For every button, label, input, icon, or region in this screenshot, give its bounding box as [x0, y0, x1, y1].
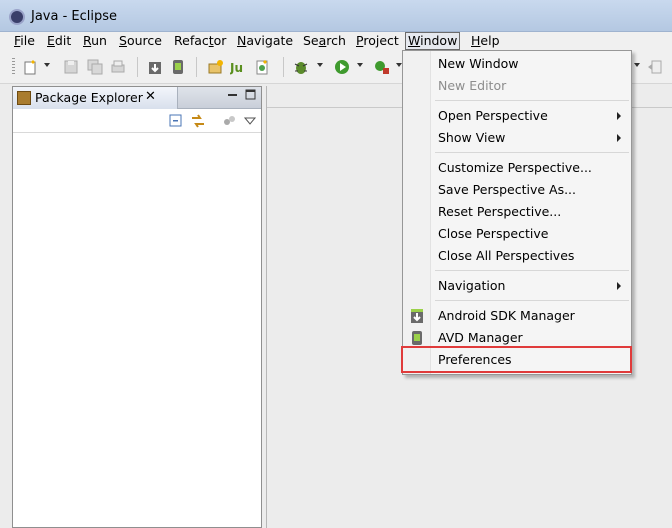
menu-window[interactable]: Window	[405, 32, 461, 50]
menu-project[interactable]: Project	[354, 32, 401, 50]
tab-package-explorer[interactable]: Package Explorer ✕	[13, 87, 178, 109]
menu-item-reset-perspective[interactable]: Reset Perspective...	[403, 201, 631, 223]
view-menu-icon[interactable]	[241, 112, 259, 130]
maximize-icon[interactable]	[245, 89, 256, 100]
submenu-arrow-icon	[617, 112, 621, 120]
submenu-arrow-icon	[617, 134, 621, 142]
view-header: Package Explorer ✕	[13, 87, 261, 109]
debug-icon[interactable]	[292, 58, 310, 76]
package-explorer-icon	[17, 91, 31, 105]
menu-item-new-window[interactable]: New Window	[403, 53, 631, 75]
debug-dropdown-icon[interactable]	[317, 63, 323, 67]
minimize-icon[interactable]	[227, 89, 238, 100]
menu-item-save-perspective-as[interactable]: Save Perspective As...	[403, 179, 631, 201]
menu-item-open-perspective[interactable]: Open Perspective	[403, 105, 631, 127]
new-icon[interactable]	[22, 58, 40, 76]
external-tools-icon[interactable]	[373, 58, 391, 76]
submenu-arrow-icon	[617, 282, 621, 290]
menu-file[interactable]: File	[12, 32, 37, 50]
menu-refactor[interactable]: Refactor	[172, 32, 228, 50]
view-toolbar	[13, 109, 261, 133]
toolbar-grip-icon[interactable]	[12, 58, 15, 76]
svg-text:Ju: Ju	[230, 61, 243, 75]
menu-help[interactable]: Help	[469, 32, 502, 50]
print-icon[interactable]	[109, 58, 127, 76]
collapse-all-icon[interactable]	[167, 112, 185, 130]
new-java-project-icon[interactable]	[207, 58, 225, 76]
menu-item-android-sdk-manager[interactable]: Android SDK Manager	[403, 305, 631, 327]
run-dropdown-icon[interactable]	[357, 63, 363, 67]
preferences-highlight-box	[401, 346, 632, 373]
new-dropdown-icon[interactable]	[44, 63, 50, 67]
menu-item-new-editor: New Editor	[438, 78, 507, 93]
android-sdk-manager-icon[interactable]	[146, 58, 164, 76]
android-sdk-manager-icon	[410, 308, 424, 324]
package-explorer-view: Package Explorer ✕	[12, 86, 262, 528]
menu-run[interactable]: Run	[81, 32, 109, 50]
menu-source[interactable]: Source	[117, 32, 164, 50]
run-icon[interactable]	[333, 58, 351, 76]
back-icon[interactable]	[646, 58, 664, 76]
window-title: Java - Eclipse	[31, 9, 118, 24]
link-with-editor-icon[interactable]	[189, 112, 207, 130]
avd-manager-icon	[410, 330, 424, 346]
menu-navigate[interactable]: Navigate	[235, 32, 295, 50]
menu-search[interactable]: Search	[301, 32, 348, 50]
focus-icon[interactable]	[221, 112, 239, 130]
menu-item-close-perspective[interactable]: Close Perspective	[403, 223, 631, 245]
menu-item-close-all-perspectives[interactable]: Close All Perspectives	[403, 245, 631, 267]
new-junit-icon[interactable]: Ju	[230, 58, 248, 76]
window-menu-dropdown: New Window New Editor Open Perspective S…	[402, 50, 632, 375]
close-icon[interactable]: ✕	[145, 89, 156, 104]
tab-package-explorer-label: Package Explorer	[35, 90, 143, 105]
avd-manager-icon[interactable]	[169, 58, 187, 76]
menu-item-navigation[interactable]: Navigation	[403, 275, 631, 297]
eclipse-logo-icon	[9, 9, 25, 25]
toolbar-more-dropdown-icon[interactable]	[634, 63, 640, 67]
menu-item-show-view[interactable]: Show View	[403, 127, 631, 149]
save-icon[interactable]	[62, 58, 80, 76]
title-bar: Java - Eclipse	[0, 0, 672, 32]
save-all-icon[interactable]	[86, 58, 104, 76]
new-class-icon[interactable]	[253, 58, 271, 76]
menu-bar: File Edit Run Source Refactor Navigate S…	[0, 32, 672, 50]
menu-item-customize-perspective[interactable]: Customize Perspective...	[403, 157, 631, 179]
menu-edit[interactable]: Edit	[45, 32, 73, 50]
